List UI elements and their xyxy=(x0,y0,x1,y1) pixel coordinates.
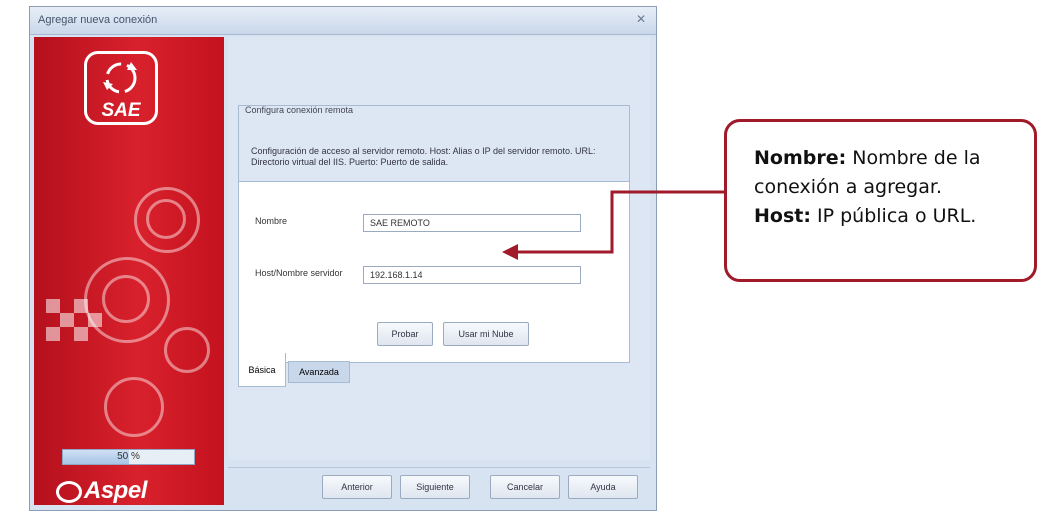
callout-host-text: IP pública o URL. xyxy=(810,205,977,227)
callout-nombre-term: Nombre: xyxy=(754,147,847,169)
callout-host-term: Host: xyxy=(754,205,811,227)
callout-text: Nombre: Nombre de la conexión a agregar.… xyxy=(754,144,1034,231)
help-callout: Nombre: Nombre de la conexión a agregar.… xyxy=(724,119,1037,282)
